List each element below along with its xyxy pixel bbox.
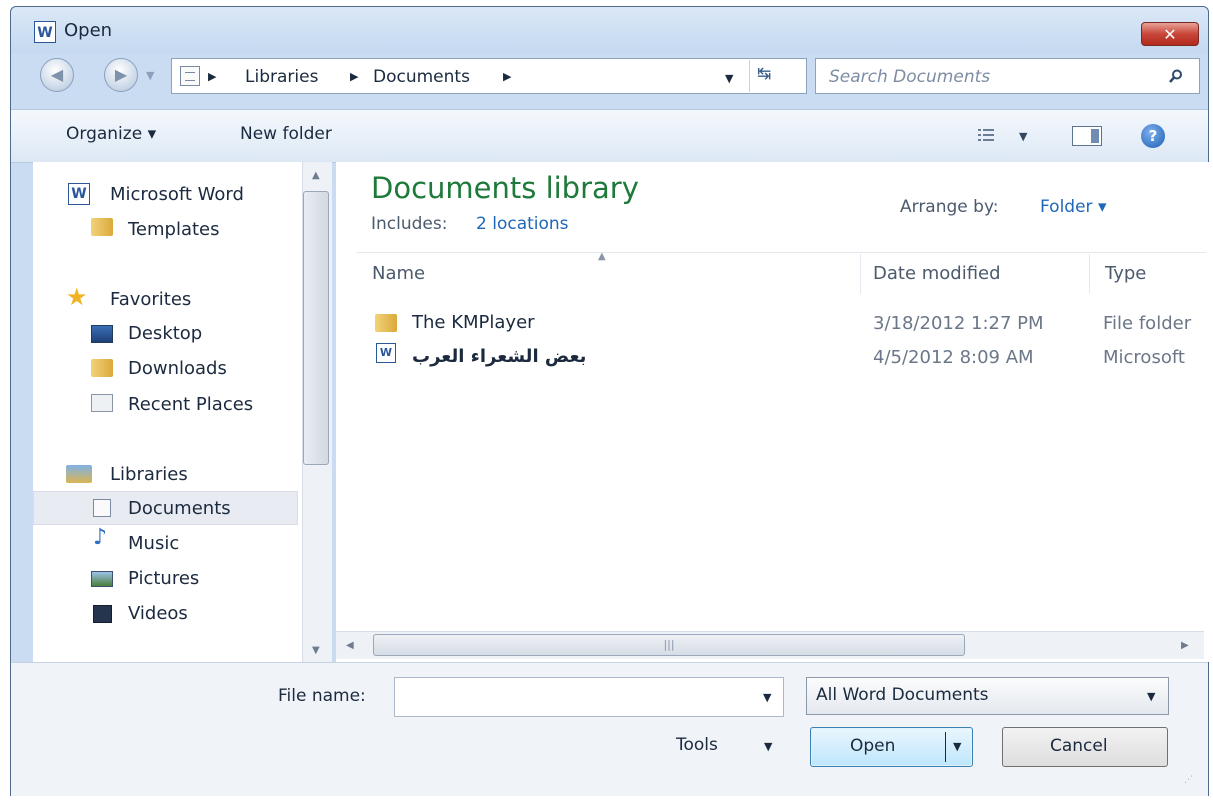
sort-arrow-icon: ▲ [598, 251, 606, 262]
breadcrumb-documents[interactable]: Documents [373, 67, 470, 87]
horizontal-scroll-thumb[interactable]: ||| [373, 634, 965, 656]
nav-item-recent-places[interactable]: Recent Places [128, 394, 253, 415]
organize-button[interactable]: Organize ▾ [66, 124, 156, 144]
search-icon[interactable] [1169, 69, 1183, 83]
libraries-icon [66, 465, 92, 483]
row-name[interactable]: The KMPlayer [412, 312, 535, 333]
scroll-down-icon[interactable]: ▼ [312, 645, 320, 656]
close-button[interactable]: ✕ [1141, 22, 1199, 46]
address-dropdown-icon[interactable]: ▼ [725, 72, 733, 85]
help-icon[interactable]: ? [1141, 124, 1165, 148]
file-name-label: File name: [278, 686, 366, 706]
file-list-pane [336, 162, 1209, 662]
open-button-label: Open [850, 736, 896, 756]
nav-item-desktop[interactable]: Desktop [128, 323, 202, 344]
file-name-dropdown-icon[interactable]: ▼ [763, 691, 771, 704]
scroll-right-icon[interactable]: ▶ [1181, 640, 1189, 651]
nav-scroll-thumb[interactable] [303, 191, 329, 465]
breadcrumb-libraries[interactable]: Libraries [245, 67, 318, 87]
file-name-input[interactable] [394, 677, 784, 717]
preview-pane-icon[interactable] [1072, 126, 1102, 146]
row-type: Microsoft [1103, 347, 1185, 368]
open-dropdown-icon[interactable]: ▼ [953, 740, 961, 753]
nav-item-favorites[interactable]: Favorites [110, 289, 191, 310]
arrange-by-dropdown[interactable]: Folder ▾ [1040, 197, 1106, 217]
column-divider[interactable] [860, 254, 861, 294]
tools-button[interactable]: Tools [676, 735, 718, 755]
column-header-date[interactable]: Date modified [873, 263, 1001, 284]
resize-grip-icon[interactable]: ⋰ [1184, 775, 1193, 785]
music-icon: ♪ [93, 525, 108, 550]
breadcrumb-arrow-icon[interactable]: ▶ [503, 70, 511, 83]
includes-label: Includes: [371, 214, 448, 234]
desktop-icon [91, 325, 113, 343]
new-folder-button[interactable]: New folder [240, 124, 332, 144]
document-library-icon [180, 66, 200, 86]
back-button[interactable]: ◀ [40, 58, 74, 92]
column-header-type[interactable]: Type [1105, 263, 1146, 284]
includes-locations-link[interactable]: 2 locations [476, 214, 569, 234]
folder-icon [91, 218, 113, 236]
documents-icon [93, 499, 111, 517]
column-divider[interactable] [1089, 254, 1090, 294]
arrange-by-label: Arrange by: [900, 197, 999, 217]
file-type-dropdown-icon[interactable]: ▼ [1147, 690, 1155, 703]
star-icon: ★ [66, 283, 88, 311]
breadcrumb-arrow-icon[interactable]: ▶ [350, 70, 358, 83]
word-app-icon: W [34, 21, 56, 43]
recent-places-icon [91, 394, 113, 412]
refresh-icon[interactable]: ↹ [757, 64, 771, 84]
recent-locations-chevron-icon[interactable]: ▼ [146, 69, 154, 82]
view-options-icon[interactable] [978, 128, 994, 142]
row-name[interactable]: بعض الشعراء العرب [412, 346, 586, 367]
nav-item-downloads[interactable]: Downloads [128, 358, 227, 379]
open-split-divider [945, 732, 946, 762]
pictures-icon [91, 571, 113, 587]
command-bar [11, 109, 1208, 163]
folder-icon [375, 314, 397, 332]
row-date: 3/18/2012 1:27 PM [873, 313, 1044, 334]
nav-item-documents[interactable]: Documents [128, 498, 231, 519]
back-arrow-icon: ◀ [50, 65, 64, 84]
column-header-name[interactable]: Name [372, 263, 425, 284]
search-placeholder: Search Documents [829, 67, 991, 87]
tools-dropdown-icon[interactable]: ▼ [764, 740, 772, 753]
nav-item-microsoft-word[interactable]: Microsoft Word [110, 184, 244, 205]
scroll-up-icon[interactable]: ▲ [312, 170, 320, 181]
cancel-button-label: Cancel [1050, 736, 1108, 756]
forward-arrow-icon: ▶ [114, 65, 128, 84]
row-type: File folder [1103, 313, 1192, 334]
downloads-folder-icon [91, 359, 113, 377]
word-app-icon: W [68, 183, 90, 205]
row-date: 4/5/2012 8:09 AM [873, 347, 1034, 368]
nav-item-music[interactable]: Music [128, 533, 179, 554]
library-title: Documents library [371, 171, 639, 205]
nav-item-libraries[interactable]: Libraries [110, 464, 188, 485]
file-type-value: All Word Documents [816, 685, 989, 705]
title-bar[interactable] [11, 7, 1208, 53]
view-dropdown-icon[interactable]: ▼ [1019, 130, 1027, 143]
videos-icon [93, 605, 112, 623]
breadcrumb-arrow-icon[interactable]: ▶ [208, 70, 216, 83]
nav-item-videos[interactable]: Videos [128, 603, 188, 624]
word-doc-icon: W [376, 343, 396, 363]
address-divider [749, 60, 750, 92]
dialog-title: Open [64, 20, 113, 41]
nav-item-templates[interactable]: Templates [128, 219, 220, 240]
header-divider [356, 252, 1206, 253]
forward-button[interactable]: ▶ [104, 58, 138, 92]
nav-item-pictures[interactable]: Pictures [128, 568, 199, 589]
scroll-left-icon[interactable]: ◀ [346, 640, 354, 651]
